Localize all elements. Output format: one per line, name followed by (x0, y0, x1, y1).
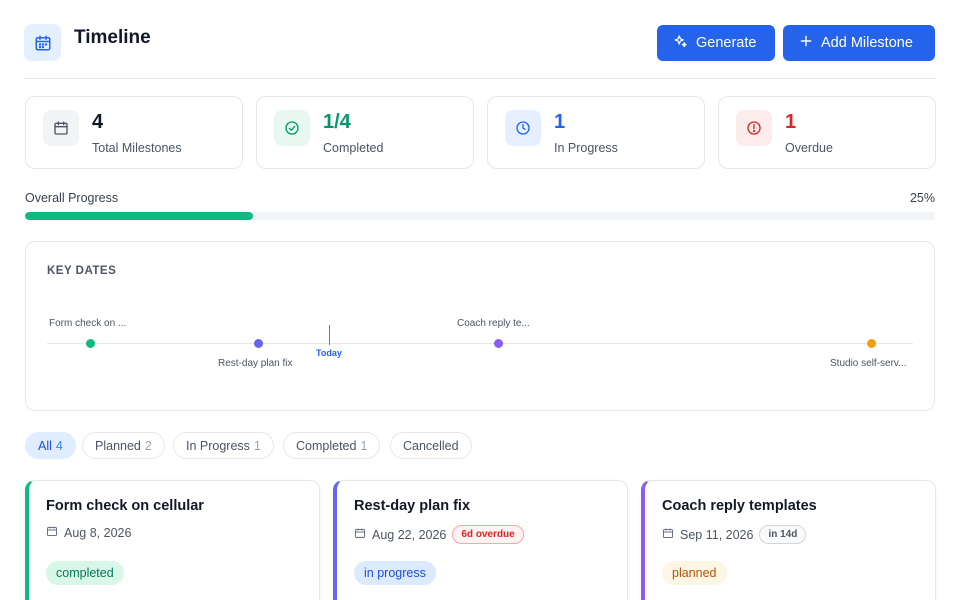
overdue-badge: 6d overdue (452, 525, 524, 544)
stat-value: 1/4 (323, 111, 351, 133)
stat-label: In Progress (554, 141, 618, 155)
timeline-axis (47, 343, 913, 344)
timeline-dot[interactable] (86, 339, 95, 348)
alert-circle-icon (736, 110, 772, 146)
progress-percent: 25% (909, 191, 935, 205)
generate-label: Generate (696, 35, 757, 51)
calendar-icon (662, 527, 674, 542)
add-milestone-button[interactable]: Add Milestone (783, 25, 935, 61)
page-header: Timeline Generate Add Milestone (24, 24, 936, 64)
timeline-label: Rest-day plan fix (218, 358, 293, 369)
filter-label: Planned (95, 438, 141, 453)
filter-count: 4 (55, 438, 63, 453)
add-milestone-label: Add Milestone (821, 35, 913, 51)
timeline-dot[interactable] (494, 339, 503, 348)
milestone-title: Form check on cellular (46, 498, 204, 514)
milestone-date-row: Aug 8, 2026 (46, 525, 131, 540)
timeline-label: Studio self-serv... (830, 358, 907, 369)
sparkles-icon (673, 34, 688, 53)
check-circle-icon (274, 110, 310, 146)
milestone-title: Rest-day plan fix (354, 498, 471, 514)
milestone-card[interactable]: Form check on cellular Aug 8, 2026 compl… (25, 480, 320, 600)
filter-label: Cancelled (403, 438, 459, 453)
stat-value: 1 (554, 111, 566, 133)
stat-label: Overdue (785, 141, 833, 155)
calendar-icon (354, 527, 366, 542)
filter-cancelled[interactable]: Cancelled (390, 432, 472, 459)
milestone-date-row: Sep 11, 2026 in 14d (662, 525, 807, 544)
status-badge: completed (46, 561, 124, 585)
filter-count: 1 (360, 438, 368, 453)
calendar-icon (43, 110, 79, 146)
filter-label: In Progress (186, 438, 250, 453)
filter-planned[interactable]: Planned 2 (82, 432, 165, 459)
status-badge: planned (662, 561, 727, 585)
stat-value: 4 (92, 111, 104, 133)
milestone-date: Aug 22, 2026 (372, 527, 447, 542)
status-badge: in progress (354, 561, 436, 585)
filter-label: Completed (296, 438, 357, 453)
filter-in-progress[interactable]: In Progress 1 (173, 432, 274, 459)
filter-count: 1 (253, 438, 261, 453)
progress-fill (25, 212, 253, 220)
stat-card-in-progress: 1 In Progress (487, 96, 705, 169)
progress-bar (25, 212, 935, 220)
calendar-icon (24, 24, 61, 61)
timeline-dot[interactable] (254, 339, 263, 348)
stat-label: Completed (323, 141, 384, 155)
clock-icon (505, 110, 541, 146)
milestone-card[interactable]: Rest-day plan fix Aug 22, 2026 6d overdu… (333, 480, 628, 600)
calendar-icon (46, 525, 58, 540)
progress-label: Overall Progress (25, 191, 119, 205)
key-dates-title: KEY DATES (47, 265, 117, 277)
stat-card-completed: 1/4 Completed (256, 96, 474, 169)
stat-value: 1 (785, 111, 797, 133)
milestone-date: Aug 8, 2026 (64, 525, 132, 540)
stat-label: Total Milestones (92, 141, 182, 155)
header-divider (24, 78, 936, 79)
milestone-date: Sep 11, 2026 (680, 527, 754, 542)
filter-count: 2 (144, 438, 152, 453)
page-title: Timeline (74, 27, 151, 48)
filter-all[interactable]: All 4 (25, 432, 76, 459)
milestone-date-row: Aug 22, 2026 6d overdue (354, 525, 524, 544)
due-in-badge: in 14d (759, 525, 807, 544)
filter-completed[interactable]: Completed 1 (283, 432, 381, 459)
stat-card-total: 4 Total Milestones (25, 96, 243, 169)
filter-label: All (38, 438, 52, 453)
key-dates-panel: KEY DATES Form check on ... Rest-day pla… (25, 241, 935, 411)
today-marker (329, 325, 330, 345)
milestone-card[interactable]: Coach reply templates Sep 11, 2026 in 14… (641, 480, 936, 600)
generate-button[interactable]: Generate (657, 25, 775, 61)
milestone-title: Coach reply templates (662, 498, 817, 514)
timeline-label: Coach reply te... (457, 318, 530, 329)
timeline-label: Form check on ... (49, 318, 127, 329)
stat-card-overdue: 1 Overdue (718, 96, 936, 169)
plus-icon (799, 34, 813, 52)
today-label: Today (316, 348, 342, 358)
timeline-dot[interactable] (867, 339, 876, 348)
